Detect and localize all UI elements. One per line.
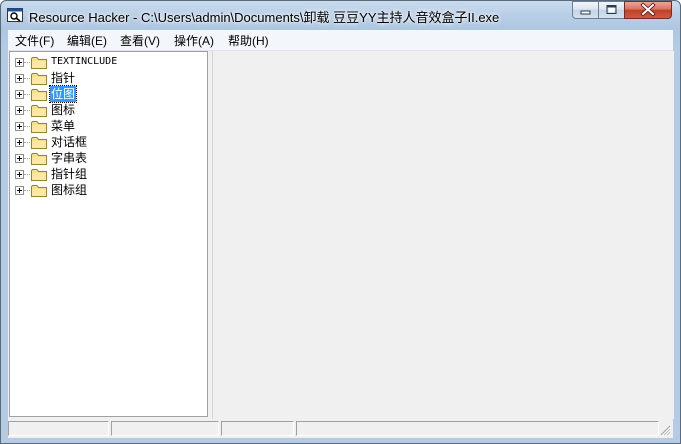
close-icon <box>640 2 656 17</box>
folder-icon <box>31 57 47 69</box>
resource-tree[interactable]: TEXTINCLUDE 指针 位图 图标 菜单 对话框 字串表 指针组 图标组 <box>9 51 208 417</box>
menu-action[interactable]: 操作(A) <box>174 32 214 49</box>
tree-node-textinclude[interactable]: TEXTINCLUDE <box>10 54 200 70</box>
expand-icon[interactable] <box>15 138 24 147</box>
expand-icon[interactable] <box>15 186 24 195</box>
tree-node-label: 对话框 <box>51 135 88 149</box>
expand-icon[interactable] <box>15 170 24 179</box>
folder-icon <box>31 121 47 133</box>
menu-help[interactable]: 帮助(H) <box>228 32 269 49</box>
tree-node-label: 菜单 <box>51 119 76 133</box>
folder-icon <box>31 185 47 197</box>
tree-node-dialog[interactable]: 对话框 <box>10 134 200 150</box>
tree-node-cursor-group[interactable]: 指针组 <box>10 166 200 182</box>
menu-edit[interactable]: 编辑(E) <box>67 32 107 49</box>
status-panel-4 <box>296 421 659 436</box>
resize-grip-icon[interactable] <box>659 424 671 436</box>
tree-node-bitmap[interactable]: 位图 <box>10 85 200 103</box>
app-window: Resource Hacker - C:\Users\admin\Documen… <box>0 0 681 444</box>
expand-icon[interactable] <box>15 90 24 99</box>
tree-node-label: 指针 <box>51 71 76 85</box>
expand-icon[interactable] <box>15 122 24 131</box>
tree-node-icon-group[interactable]: 图标组 <box>10 182 200 198</box>
tree-node-label: 图标 <box>51 103 76 117</box>
close-button[interactable] <box>624 1 672 19</box>
folder-icon <box>31 137 47 149</box>
resource-content-pane[interactable] <box>212 51 674 419</box>
client-area: TEXTINCLUDE 指针 位图 图标 菜单 对话框 字串表 指针组 图标组 <box>8 51 674 419</box>
tree-node-menu[interactable]: 菜单 <box>10 118 200 134</box>
folder-icon <box>31 153 47 165</box>
status-panel-1 <box>8 421 109 436</box>
status-panel-3 <box>221 421 294 436</box>
folder-icon <box>31 105 47 117</box>
menu-file[interactable]: 文件(F) <box>15 32 54 49</box>
maximize-button[interactable] <box>598 1 625 19</box>
window-title: Resource Hacker - C:\Users\admin\Documen… <box>29 10 500 25</box>
tree-node-label: 位图 <box>48 85 78 103</box>
menu-view[interactable]: 查看(V) <box>120 32 160 49</box>
folder-icon <box>31 73 47 85</box>
tree-node-label: 指针组 <box>51 167 88 181</box>
folder-icon <box>31 169 47 181</box>
tree-node-label: 字串表 <box>51 151 88 165</box>
tree-node-stringtable[interactable]: 字串表 <box>10 150 200 166</box>
maximize-icon <box>606 5 617 14</box>
expand-icon[interactable] <box>15 58 24 67</box>
status-panel-2 <box>111 421 219 436</box>
title-bar[interactable]: Resource Hacker - C:\Users\admin\Documen… <box>1 1 680 29</box>
tree-node-label: TEXTINCLUDE <box>51 56 118 67</box>
menu-bar: 文件(F) 编辑(E) 查看(V) 操作(A) 帮助(H) <box>8 30 673 51</box>
folder-icon <box>31 89 47 101</box>
resource-hacker-icon <box>7 8 23 22</box>
expand-icon[interactable] <box>15 74 24 83</box>
tree-node-cursor[interactable]: 指针 <box>10 70 200 86</box>
expand-icon[interactable] <box>15 106 24 115</box>
minimize-icon <box>580 10 591 15</box>
expand-icon[interactable] <box>15 154 24 163</box>
minimize-button[interactable] <box>572 1 599 19</box>
status-bar <box>8 419 673 438</box>
tree-node-icon[interactable]: 图标 <box>10 102 200 118</box>
tree-node-label: 图标组 <box>51 183 88 197</box>
